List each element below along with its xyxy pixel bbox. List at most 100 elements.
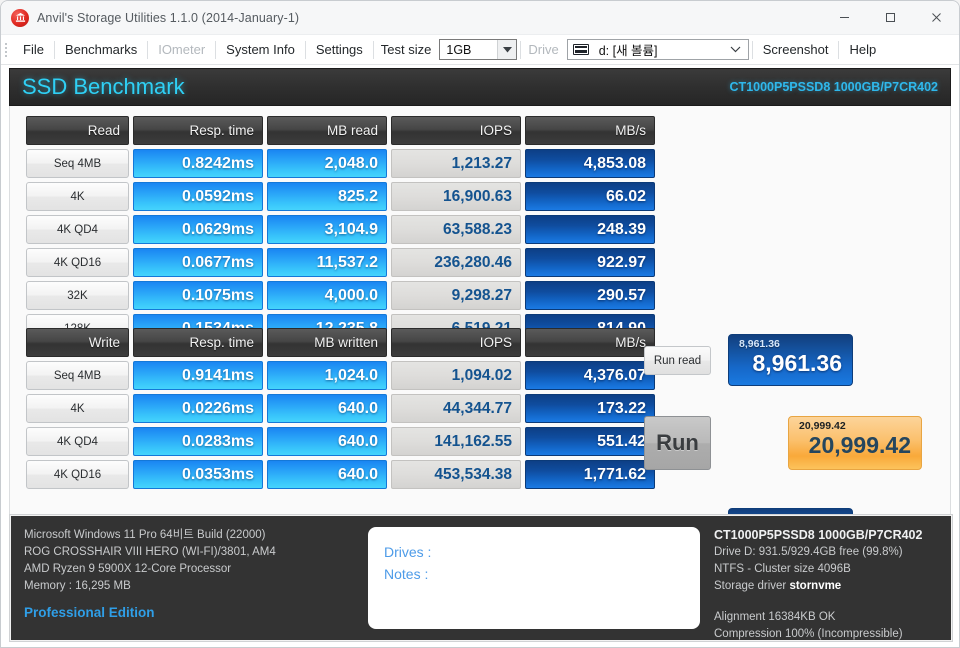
menu-item-benchmarks[interactable]: Benchmarks <box>56 38 146 62</box>
hard-drive-icon <box>572 44 589 55</box>
read-results-table: Read Resp. time MB read IOPS MB/s Seq 4M… <box>26 116 655 343</box>
storage-driver-label: Storage driver <box>714 580 787 592</box>
menu-item-settings[interactable]: Settings <box>307 38 372 62</box>
notes-textarea[interactable]: Drives : Notes : <box>368 527 700 629</box>
read-mb-value: 4,000.0 <box>267 281 387 310</box>
write-mb-value: 640.0 <box>267 427 387 456</box>
read-mb-value: 825.2 <box>267 182 387 211</box>
read-mb-value: 3,104.9 <box>267 215 387 244</box>
close-button[interactable] <box>913 1 959 35</box>
menu-item-screenshot[interactable]: Screenshot <box>754 38 838 62</box>
write-iops-value: 141,162.55 <box>391 427 521 456</box>
read-row-label[interactable]: 4K QD16 <box>26 248 129 277</box>
read-row-label[interactable]: 4K <box>26 182 129 211</box>
column-header-resp: Resp. time <box>133 116 263 145</box>
table-row: 4K 0.0226ms 640.0 44,344.77 173.22 <box>26 394 655 423</box>
total-score-small: 20,999.42 <box>799 420 846 432</box>
drive-value: d: [새 볼륨] <box>598 44 658 58</box>
benchmark-header: SSD Benchmark CT1000P5PSSD8 1000GB/P7CR4… <box>9 68 951 106</box>
menu-separator <box>838 40 840 59</box>
minimize-button[interactable] <box>821 1 867 35</box>
read-score-value: 8,961.36 <box>752 350 842 376</box>
maximize-button[interactable] <box>867 1 913 35</box>
run-button[interactable]: Run <box>644 416 711 470</box>
write-results-table: Write Resp. time MB written IOPS MB/s Se… <box>26 328 655 489</box>
chevron-down-icon[interactable] <box>497 40 517 59</box>
drive-info-panel: CT1000P5PSSD8 1000GB/P7CR402 Drive D: 93… <box>700 515 952 641</box>
read-score-box: 8,961.36 8,961.36 <box>728 334 853 386</box>
column-header-mb: MB read <box>267 116 387 145</box>
total-score-box: 20,999.42 20,999.42 <box>788 416 922 470</box>
read-row-label[interactable]: Seq 4MB <box>26 149 129 178</box>
menu-bar: File Benchmarks IOmeter System Info Sett… <box>1 35 959 65</box>
storage-driver-name: stornvme <box>789 580 842 592</box>
menu-separator <box>372 40 374 59</box>
table-row: 4K 0.0592ms 825.2 16,900.63 66.02 <box>26 182 655 211</box>
write-resp-value: 0.0226ms <box>133 394 263 423</box>
read-row-label[interactable]: 4K QD4 <box>26 215 129 244</box>
read-iops-value: 236,280.46 <box>391 248 521 277</box>
write-iops-value: 44,344.77 <box>391 394 521 423</box>
menu-separator <box>147 40 149 59</box>
write-mbs-value: 173.22 <box>525 394 655 423</box>
read-mbs-value: 4,853.08 <box>525 149 655 178</box>
table-row: Seq 4MB 0.9141ms 1,024.0 1,094.02 4,376.… <box>26 361 655 390</box>
drive-device-name: CT1000P5PSSD8 1000GB/P7CR402 <box>714 528 923 542</box>
drive-compression: Compression 100% (Incompressible) <box>714 628 903 640</box>
write-row-label[interactable]: 4K QD4 <box>26 427 129 456</box>
write-resp-value: 0.9141ms <box>133 361 263 390</box>
read-iops-value: 9,298.27 <box>391 281 521 310</box>
write-iops-value: 1,094.02 <box>391 361 521 390</box>
edition-label: Professional Edition <box>24 605 155 620</box>
column-header-mbs: MB/s <box>525 116 655 145</box>
run-read-button[interactable]: Run read <box>644 346 711 375</box>
menu-item-help[interactable]: Help <box>840 38 885 62</box>
memory-size: Memory : 16,295 MB <box>24 580 131 592</box>
drive-filesystem: NTFS - Cluster size 4096B <box>714 563 851 575</box>
menu-separator <box>520 40 522 59</box>
title-bar: Anvil's Storage Utilities 1.1.0 (2014-Ja… <box>1 1 959 35</box>
read-mbs-value: 248.39 <box>525 215 655 244</box>
system-info-panel: Microsoft Windows 11 Pro 64비트 Build (220… <box>10 515 360 641</box>
drive-select[interactable]: d: [새 볼륨] <box>566 39 749 60</box>
write-mb-value: 1,024.0 <box>267 361 387 390</box>
header-device-name: CT1000P5PSSD8 1000GB/P7CR402 <box>729 80 938 94</box>
content-area: SSD Benchmark CT1000P5PSSD8 1000GB/P7CR4… <box>1 68 959 560</box>
drive-capacity: Drive D: 931.5/929.4GB free (99.8%) <box>714 546 903 558</box>
menu-separator <box>215 40 217 59</box>
write-row-label[interactable]: 4K <box>26 394 129 423</box>
menu-separator <box>304 40 306 59</box>
write-row-label[interactable]: 4K QD16 <box>26 460 129 489</box>
menu-item-file[interactable]: File <box>14 38 53 62</box>
read-resp-value: 0.8242ms <box>133 149 263 178</box>
menu-grip <box>5 41 12 59</box>
notes-label: Notes : <box>384 566 429 582</box>
drive-driver-line: Storage driver stornvme <box>714 578 952 595</box>
table-row: Seq 4MB 0.8242ms 2,048.0 1,213.27 4,853.… <box>26 149 655 178</box>
chevron-down-icon[interactable] <box>724 40 748 59</box>
write-mbs-value: 4,376.07 <box>525 361 655 390</box>
table-header-row: Read Resp. time MB read IOPS MB/s <box>26 116 655 145</box>
table-row: 32K 0.1075ms 4,000.0 9,298.27 290.57 <box>26 281 655 310</box>
read-iops-value: 16,900.63 <box>391 182 521 211</box>
read-iops-value: 63,588.23 <box>391 215 521 244</box>
os-version: Microsoft Windows 11 Pro 64비트 Build (220… <box>24 529 266 541</box>
menu-item-iometer: IOmeter <box>158 41 206 57</box>
menu-item-system-info[interactable]: System Info <box>217 38 304 62</box>
table-row: 4K QD4 0.0283ms 640.0 141,162.55 551.42 <box>26 427 655 456</box>
read-score-small: 8,961.36 <box>739 338 780 350</box>
test-size-select[interactable]: 1GB <box>439 39 518 60</box>
read-resp-value: 0.0677ms <box>133 248 263 277</box>
column-header-write: Write <box>26 328 129 357</box>
total-score-value: 20,999.42 <box>808 432 911 458</box>
menu-separator <box>751 40 753 59</box>
read-mbs-value: 66.02 <box>525 182 655 211</box>
write-row-label[interactable]: Seq 4MB <box>26 361 129 390</box>
menu-separator <box>53 40 55 59</box>
read-row-label[interactable]: 32K <box>26 281 129 310</box>
write-mb-value: 640.0 <box>267 460 387 489</box>
column-header-read: Read <box>26 116 129 145</box>
write-resp-value: 0.0353ms <box>133 460 263 489</box>
info-footer: Microsoft Windows 11 Pro 64비트 Build (220… <box>9 514 953 642</box>
